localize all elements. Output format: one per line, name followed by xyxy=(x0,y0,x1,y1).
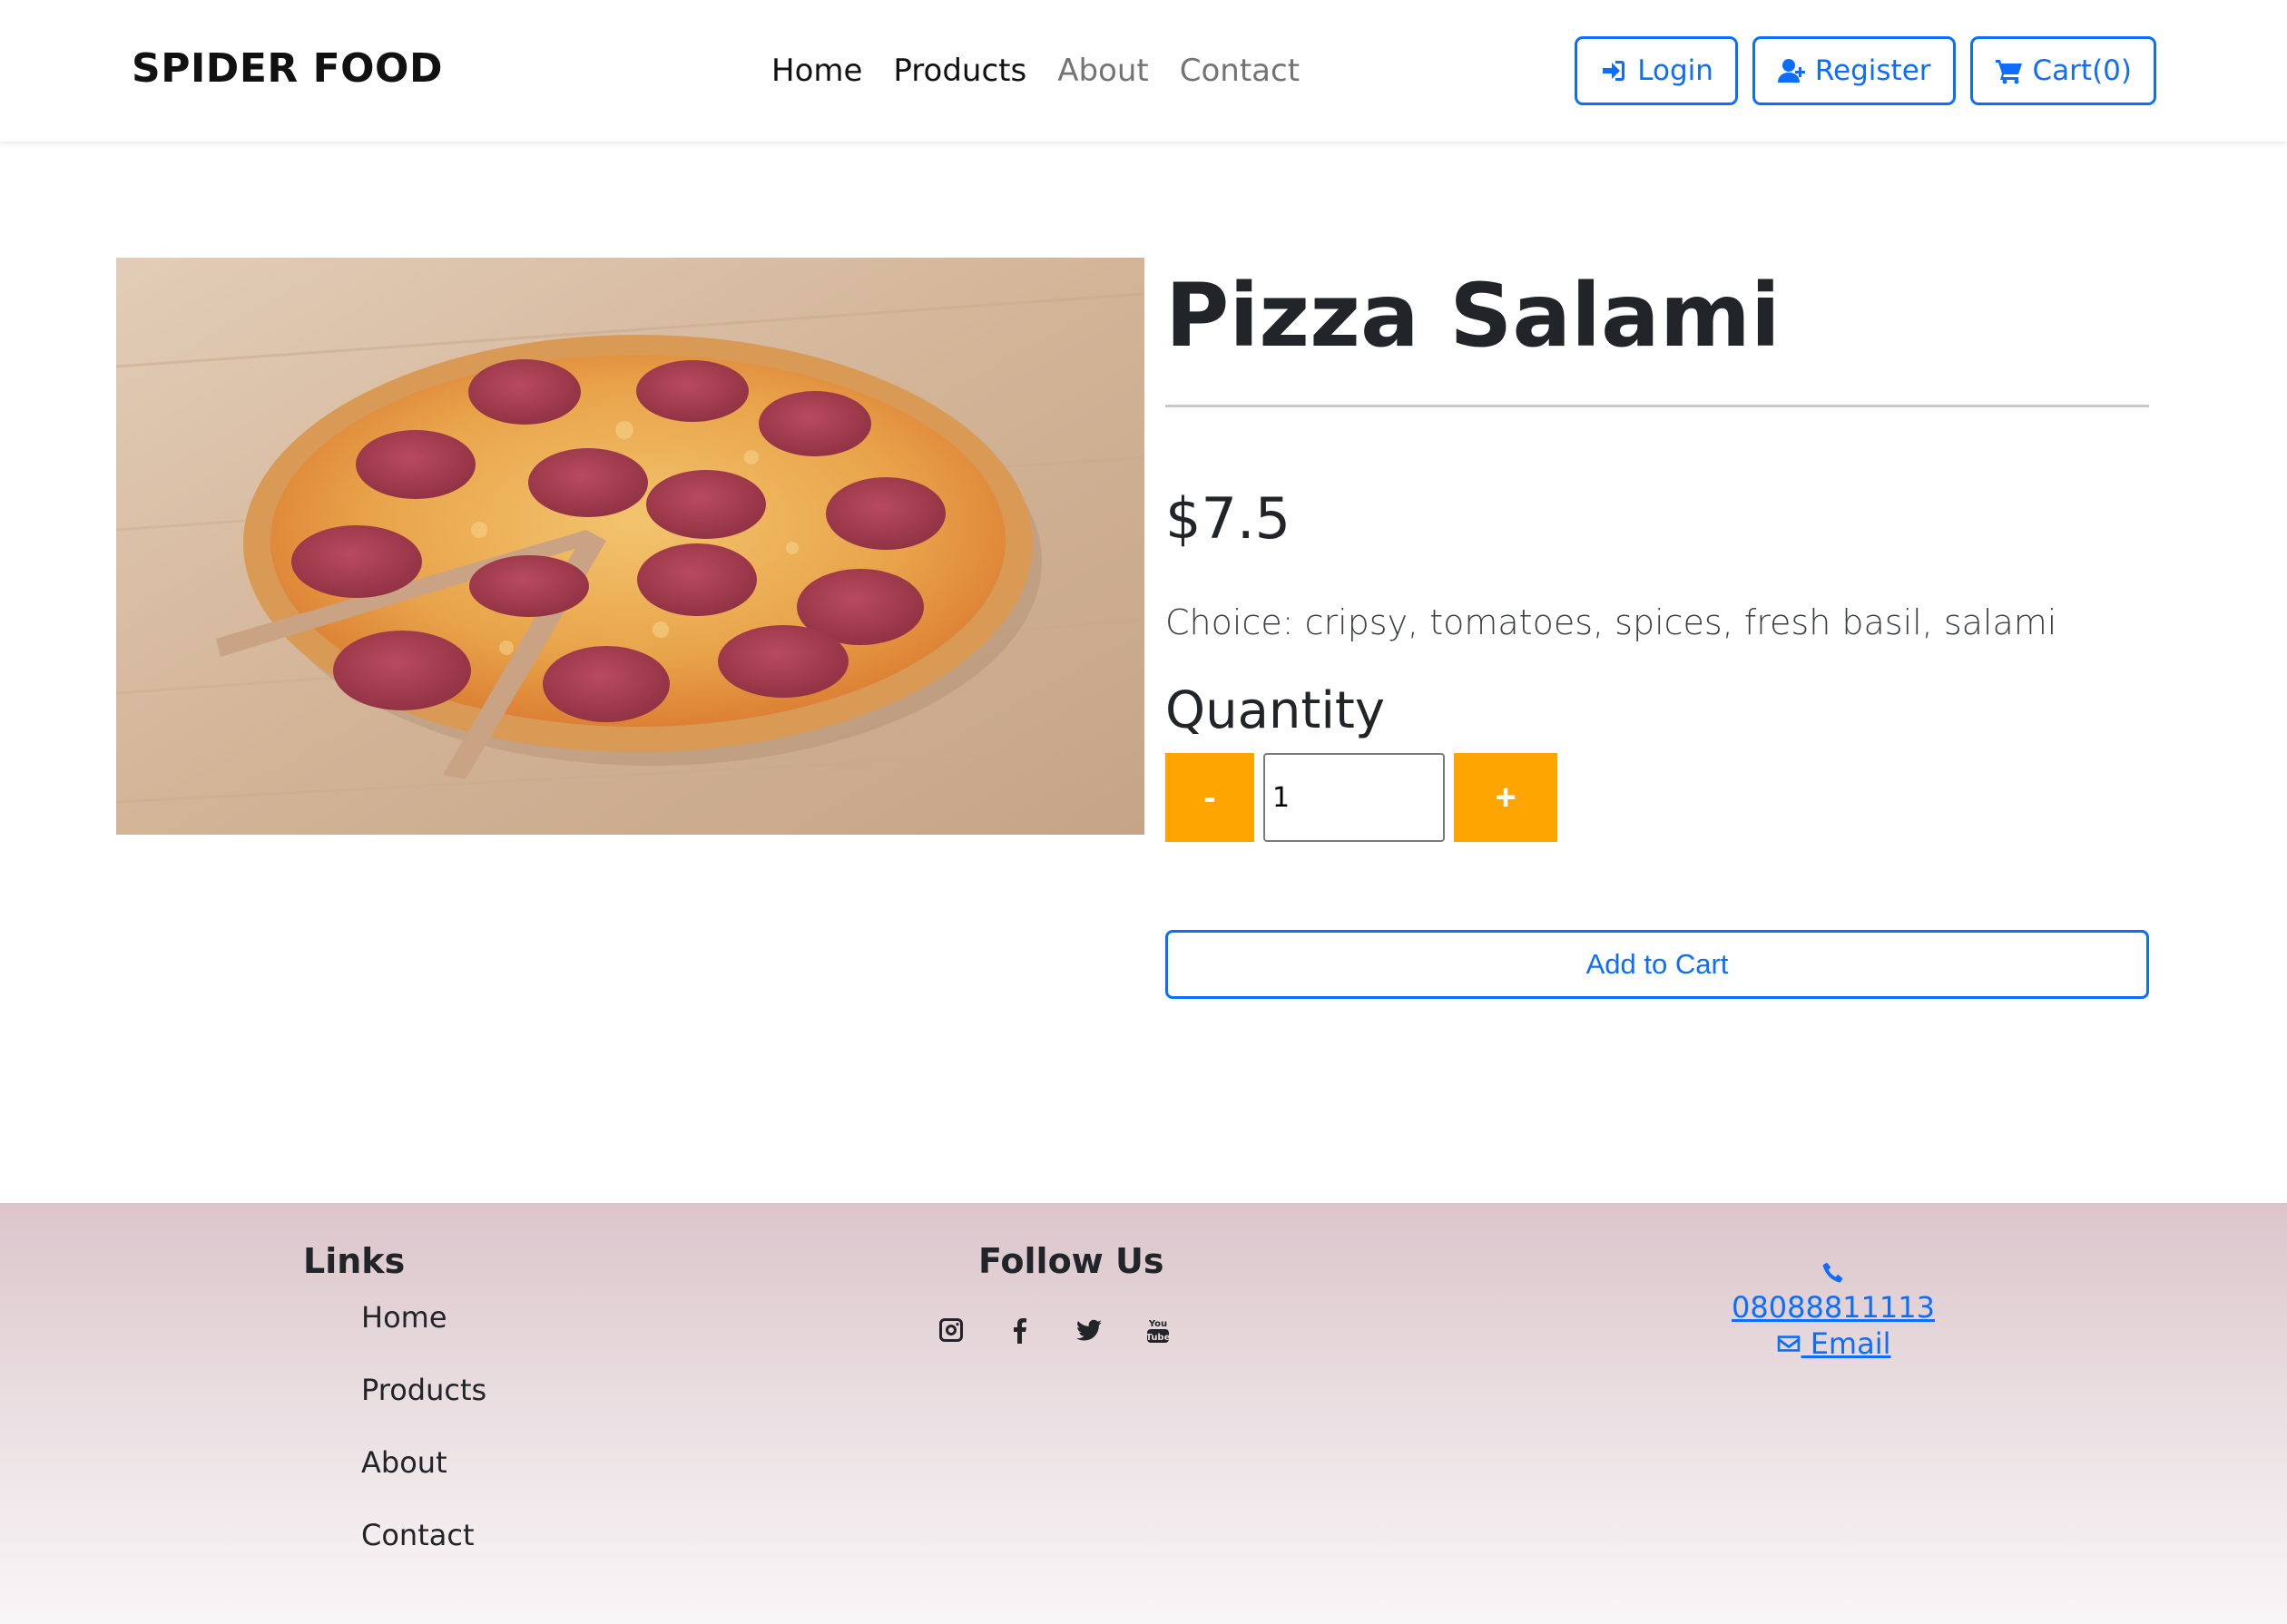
nav-link-contact[interactable]: Contact xyxy=(1180,51,1300,91)
footer-links-title: Links xyxy=(303,1241,406,1281)
social-links: You Tube xyxy=(937,1316,1173,1345)
register-button[interactable]: Register xyxy=(1752,36,1956,105)
nav-link-about[interactable]: About xyxy=(1057,51,1149,91)
nav-link-home[interactable]: Home xyxy=(771,51,862,91)
register-label: Register xyxy=(1814,54,1931,87)
phone-icon xyxy=(1822,1262,1843,1283)
login-label: Login xyxy=(1637,54,1713,87)
phone-number: 08088811113 xyxy=(1732,1290,1935,1325)
footer-link-about[interactable]: About xyxy=(361,1445,447,1480)
svg-text:You: You xyxy=(1148,1319,1167,1329)
brand-logo[interactable]: SPIDER FOOD xyxy=(132,45,443,92)
product-title: Pizza Salami xyxy=(1165,265,1781,367)
svg-text:Tube: Tube xyxy=(1146,1333,1171,1343)
nav-actions: Login Register Cart(0) xyxy=(1575,36,2156,105)
increment-button[interactable]: + xyxy=(1454,753,1557,842)
footer: Links Home Products About Contact Follow… xyxy=(0,1203,2287,1624)
twitter-icon[interactable] xyxy=(1075,1316,1104,1345)
instagram-icon[interactable] xyxy=(937,1316,966,1345)
nav-link-products[interactable]: Products xyxy=(893,51,1026,91)
product-price: $7.5 xyxy=(1165,485,1291,552)
login-button[interactable]: Login xyxy=(1575,36,1738,105)
decrement-button[interactable]: - xyxy=(1165,753,1254,842)
email-link[interactable]: Email xyxy=(1724,1326,1942,1397)
footer-links-list: Home Products About Contact xyxy=(361,1299,486,1590)
quantity-stepper: - + xyxy=(1165,753,1557,842)
nav-links: Home Products About Contact xyxy=(771,51,1300,91)
youtube-icon[interactable]: You Tube xyxy=(1144,1316,1173,1345)
footer-contact: 08088811113 Email xyxy=(1724,1256,1942,1397)
footer-link-contact[interactable]: Contact xyxy=(361,1518,475,1552)
cart-label: Cart(0) xyxy=(2032,54,2132,87)
envelope-icon xyxy=(1777,1335,1800,1352)
user-plus-icon xyxy=(1777,59,1805,83)
product-description: Choice: cripsy, tomatoes, spices, fresh … xyxy=(1165,602,2057,642)
phone-link[interactable]: 08088811113 xyxy=(1724,1256,1942,1326)
footer-follow-title: Follow Us xyxy=(978,1241,1164,1281)
quantity-label: Quantity xyxy=(1165,681,1385,740)
cart-button[interactable]: Cart(0) xyxy=(1969,36,2156,105)
email-label: Email xyxy=(1801,1326,1891,1361)
quantity-input[interactable] xyxy=(1263,753,1445,842)
navbar: SPIDER FOOD Home Products About Contact … xyxy=(0,0,2287,142)
product-image xyxy=(116,258,1144,835)
pizza-photo xyxy=(116,258,1144,835)
shopping-cart-icon xyxy=(1995,60,2022,84)
footer-link-products[interactable]: Products xyxy=(361,1373,486,1407)
sign-in-icon xyxy=(1603,61,1625,81)
facebook-icon[interactable] xyxy=(1006,1316,1035,1345)
divider xyxy=(1165,405,2149,407)
footer-link-home[interactable]: Home xyxy=(361,1300,447,1335)
add-to-cart-button[interactable]: Add to Cart xyxy=(1165,930,2149,999)
